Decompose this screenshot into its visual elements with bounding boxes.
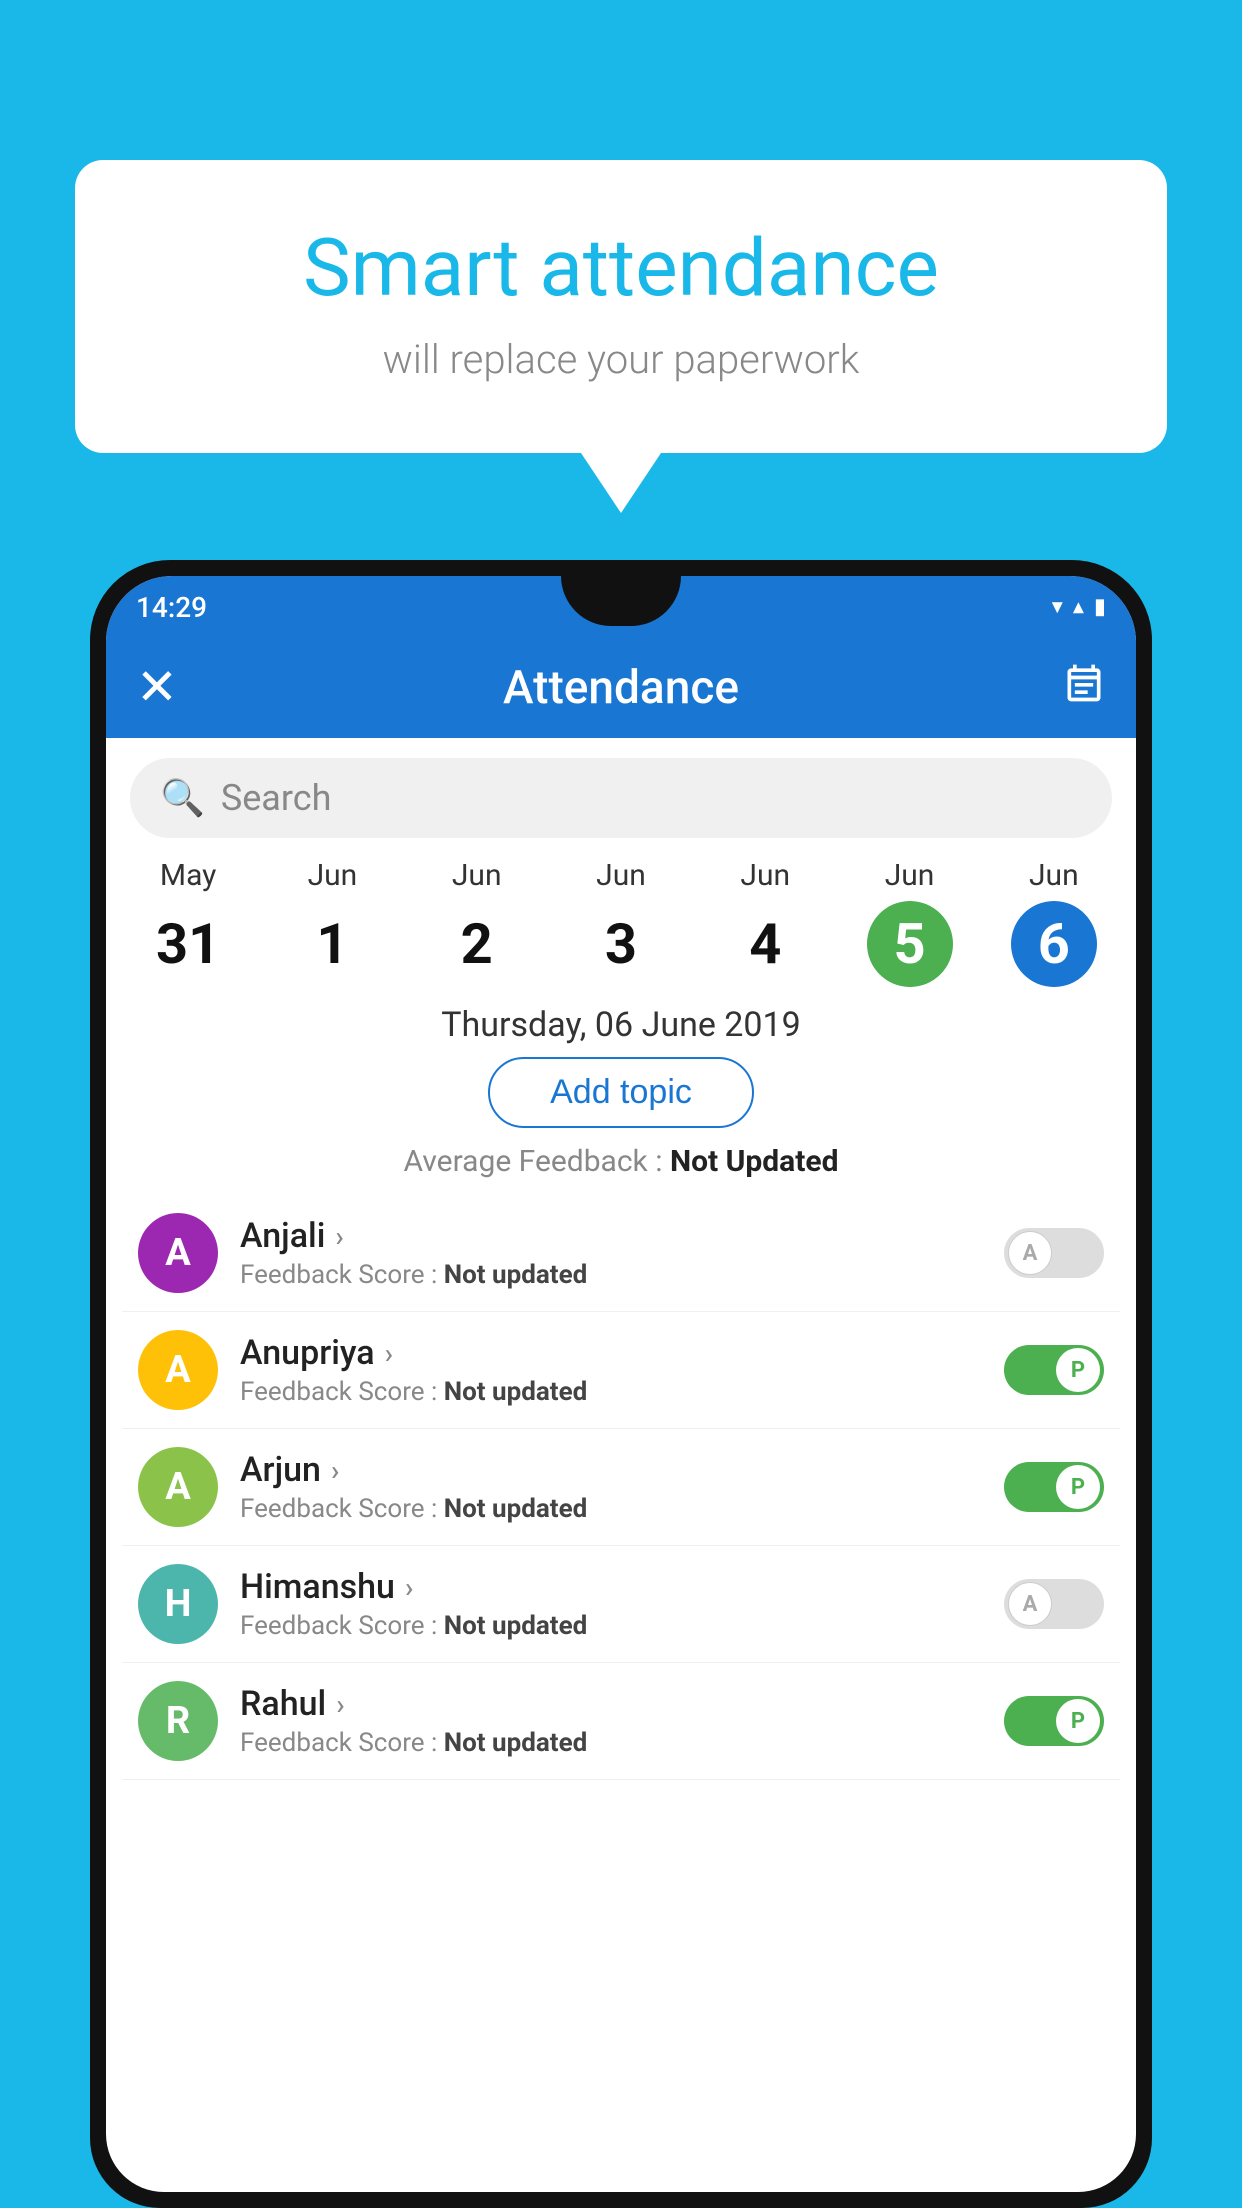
student-info-0: Anjali › Feedback Score : Not updated xyxy=(240,1216,982,1290)
toggle-knob-1: P xyxy=(1056,1348,1100,1392)
avatar-3: H xyxy=(138,1564,218,1644)
date-day-5: 5 xyxy=(867,901,953,987)
date-day-0: 31 xyxy=(145,901,231,987)
avatar-2: A xyxy=(138,1447,218,1527)
student-name-0: Anjali › xyxy=(240,1216,982,1256)
date-item-2[interactable]: Jun 2 xyxy=(432,858,522,987)
student-list: AAnjali ›Feedback Score : Not updatedAAA… xyxy=(106,1195,1136,1780)
student-name-1: Anupriya › xyxy=(240,1333,982,1373)
avg-feedback: Average Feedback : Not Updated xyxy=(106,1144,1136,1179)
date-item-5[interactable]: Jun 5 xyxy=(865,858,955,987)
student-item-4[interactable]: R Rahul › Feedback Score : Not updated P xyxy=(122,1663,1120,1780)
date-month-6: Jun xyxy=(1029,858,1079,893)
close-button[interactable]: ✕ xyxy=(136,663,178,713)
date-item-3[interactable]: Jun 3 xyxy=(576,858,666,987)
avatar-0: A xyxy=(138,1213,218,1293)
date-month-5: Jun xyxy=(885,858,935,893)
add-topic-button[interactable]: Add topic xyxy=(488,1057,754,1128)
student-info-2: Arjun › Feedback Score : Not updated xyxy=(240,1450,982,1524)
toggle-4[interactable]: P xyxy=(1004,1696,1104,1746)
student-info-3: Himanshu › Feedback Score : Not updated xyxy=(240,1567,982,1641)
app-bar-title: Attendance xyxy=(503,661,739,715)
feedback-score-0: Feedback Score : Not updated xyxy=(240,1260,982,1290)
speech-bubble: Smart attendance will replace your paper… xyxy=(75,160,1167,453)
wifi-icon: ▾ xyxy=(1052,595,1063,620)
status-icons: ▾ ▴ ▮ xyxy=(1052,595,1106,620)
date-item-6[interactable]: Jun 6 xyxy=(1009,858,1099,987)
calendar-icon[interactable] xyxy=(1062,661,1106,715)
date-item-4[interactable]: Jun 4 xyxy=(720,858,810,987)
toggle-2[interactable]: P xyxy=(1004,1462,1104,1512)
avatar-4: R xyxy=(138,1681,218,1761)
date-day-1: 1 xyxy=(289,901,375,987)
search-placeholder: Search xyxy=(221,777,332,819)
feedback-score-1: Feedback Score : Not updated xyxy=(240,1377,982,1407)
date-month-3: Jun xyxy=(596,858,646,893)
student-item-3[interactable]: H Himanshu › Feedback Score : Not updated A xyxy=(122,1546,1120,1663)
avatar-1: A xyxy=(138,1330,218,1410)
date-item-1[interactable]: Jun 1 xyxy=(287,858,377,987)
feedback-score-3: Feedback Score : Not updated xyxy=(240,1611,982,1641)
feedback-score-4: Feedback Score : Not updated xyxy=(240,1728,982,1758)
avg-feedback-value: Not Updated xyxy=(670,1144,839,1179)
date-month-4: Jun xyxy=(740,858,790,893)
battery-icon: ▮ xyxy=(1094,595,1106,620)
speech-bubble-title: Smart attendance xyxy=(135,220,1107,316)
search-icon: 🔍 xyxy=(160,777,205,819)
speech-bubble-arrow xyxy=(581,453,661,513)
phone-inner: 14:29 ▾ ▴ ▮ ✕ Attendance 🔍 Search xyxy=(106,576,1136,2192)
content-area: 🔍 Search May 31 Jun 1 Jun 2 Jun 3 Jun 4 Jun 5 Jun 6 T… xyxy=(106,738,1136,2190)
date-selector: May 31 Jun 1 Jun 2 Jun 3 Jun 4 Jun 5 Jun 6 xyxy=(106,848,1136,987)
speech-bubble-container: Smart attendance will replace your paper… xyxy=(75,160,1167,513)
date-day-4: 4 xyxy=(722,901,808,987)
feedback-score-2: Feedback Score : Not updated xyxy=(240,1494,982,1524)
speech-bubble-subtitle: will replace your paperwork xyxy=(135,336,1107,383)
student-name-4: Rahul › xyxy=(240,1684,982,1724)
toggle-1[interactable]: P xyxy=(1004,1345,1104,1395)
student-item-0[interactable]: A Anjali › Feedback Score : Not updated A xyxy=(122,1195,1120,1312)
toggle-3[interactable]: A xyxy=(1004,1579,1104,1629)
student-item-1[interactable]: A Anupriya › Feedback Score : Not updated P xyxy=(122,1312,1120,1429)
toggle-knob-2: P xyxy=(1056,1465,1100,1509)
student-name-3: Himanshu › xyxy=(240,1567,982,1607)
student-item-2[interactable]: A Arjun › Feedback Score : Not updated P xyxy=(122,1429,1120,1546)
date-month-2: Jun xyxy=(452,858,502,893)
phone-frame: 14:29 ▾ ▴ ▮ ✕ Attendance 🔍 Search xyxy=(90,560,1152,2208)
student-info-1: Anupriya › Feedback Score : Not updated xyxy=(240,1333,982,1407)
date-day-2: 2 xyxy=(434,901,520,987)
toggle-knob-4: P xyxy=(1056,1699,1100,1743)
status-bar: 14:29 ▾ ▴ ▮ xyxy=(106,576,1136,638)
student-name-2: Arjun › xyxy=(240,1450,982,1490)
signal-icon: ▴ xyxy=(1073,595,1084,620)
search-bar[interactable]: 🔍 Search xyxy=(130,758,1112,838)
date-month-0: May xyxy=(160,858,216,893)
toggle-knob-3: A xyxy=(1008,1582,1052,1626)
student-info-4: Rahul › Feedback Score : Not updated xyxy=(240,1684,982,1758)
status-time: 14:29 xyxy=(136,591,207,624)
app-bar: ✕ Attendance xyxy=(106,638,1136,738)
toggle-0[interactable]: A xyxy=(1004,1228,1104,1278)
date-month-1: Jun xyxy=(308,858,358,893)
avg-feedback-label: Average Feedback : xyxy=(404,1144,663,1179)
toggle-knob-0: A xyxy=(1008,1231,1052,1275)
date-day-6: 6 xyxy=(1011,901,1097,987)
notch xyxy=(561,576,681,626)
selected-date: Thursday, 06 June 2019 xyxy=(106,1005,1136,1045)
date-item-0[interactable]: May 31 xyxy=(143,858,233,987)
date-day-3: 3 xyxy=(578,901,664,987)
